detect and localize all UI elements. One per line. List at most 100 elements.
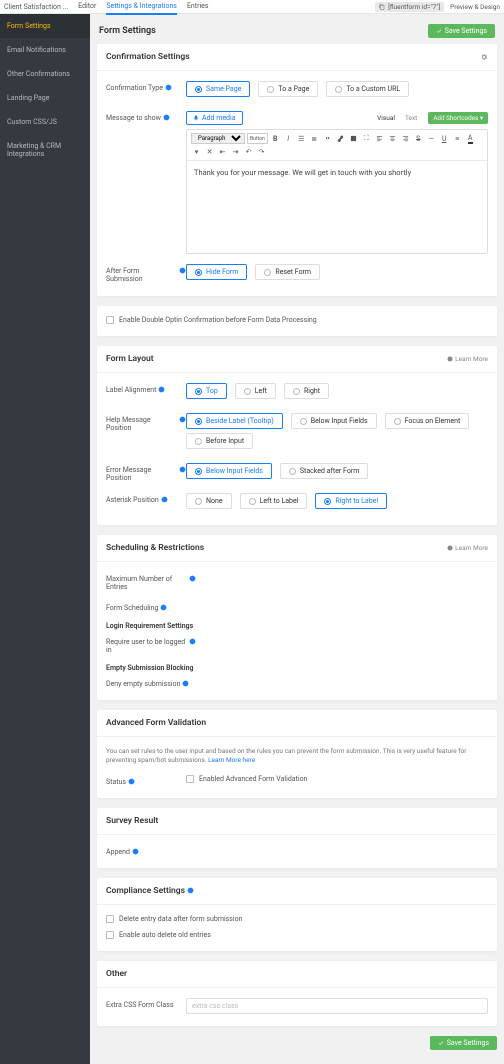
auto-delete-old-checkbox[interactable]: Enable auto delete old entries [106,931,488,939]
help-icon[interactable] [189,575,196,582]
sidebar-item-email-notifications[interactable]: Email Notifications [0,38,90,62]
shortcode-chip[interactable]: [fluentform id="7"] [375,2,444,12]
radio-reset-form[interactable]: Reset Form [255,264,320,280]
tb-align-justify-icon[interactable]: ≡ [452,133,463,144]
help-icon[interactable] [160,604,167,611]
help-icon[interactable] [179,416,186,423]
help-icon[interactable] [161,496,168,503]
sidebar-item-marketing-crm[interactable]: Marketing & CRM Integrations [0,134,90,166]
tb-italic-icon[interactable]: I [283,133,294,144]
tb-clear-icon[interactable]: ✕ [204,146,215,157]
add-shortcodes-button[interactable]: Add Shortcodes ▾ [428,112,488,124]
tb-align-center-icon[interactable] [387,133,398,144]
radio-same-page[interactable]: Same Page [186,81,250,97]
format-select[interactable]: Paragraph [191,133,245,144]
help-icon[interactable] [128,778,135,785]
radio-error-stacked[interactable]: Stacked after Form [280,463,368,479]
radio-hide-form[interactable]: Hide Form [186,264,247,280]
help-position-label: Help Message Position [106,416,177,432]
top-bar: Client Satisfaction ... Editor Settings … [0,0,504,14]
page-title: Form Settings [99,26,156,36]
sidebar-item-landing-page[interactable]: Landing Page [0,86,90,110]
scheduling-card: Scheduling & Restrictions Learn More Max… [97,535,497,700]
editor-toolbar: Paragraph Button B I ☰ ≣ ⛶ [187,130,487,161]
sidebar-item-other-confirmations[interactable]: Other Confirmations [0,62,90,86]
message-body[interactable]: Thank you for your message. We will get … [187,161,487,253]
radio-help-beside[interactable]: Beside Label (Tooltip) [186,413,283,429]
tb-bold-icon[interactable]: B [270,133,281,144]
help-icon[interactable] [189,638,196,645]
editor-tab-visual[interactable]: Visual [372,112,400,124]
tb-ol-icon[interactable]: ≣ [309,133,320,144]
error-position-label: Error Message Position [106,466,177,482]
radio-align-right[interactable]: Right [284,383,329,399]
check-icon [436,28,442,34]
radio-error-below[interactable]: Below Input Fields [186,463,272,479]
save-settings-button[interactable]: Save Settings [428,24,495,38]
radio-ast-none[interactable]: None [186,493,232,509]
radio-ast-right[interactable]: Right to Label [315,493,387,509]
tb-underline-icon[interactable]: U [439,133,450,144]
double-optin-checkbox[interactable]: Enable Double Optin Confirmation before … [106,316,488,324]
help-icon[interactable] [179,466,186,473]
sidebar-item-form-settings[interactable]: Form Settings [0,14,90,38]
tb-quote-icon[interactable] [322,133,333,144]
help-icon[interactable] [165,84,172,91]
enable-advanced-checkbox[interactable]: Enabled Advanced Form Validation [186,775,488,783]
sidebar-item-custom-css-js[interactable]: Custom CSS/JS [0,110,90,134]
scheduling-learn-more[interactable]: Learn More [447,544,488,552]
require-login-label: Require user to be logged in [106,638,187,654]
help-icon[interactable] [182,680,189,687]
help-icon[interactable] [187,887,194,894]
tb-hr-icon[interactable]: — [426,133,437,144]
radio-align-left[interactable]: Left [235,383,276,399]
radio-align-top[interactable]: Top [186,383,227,399]
tb-textcolor-picker-icon[interactable]: ▾ [191,146,202,157]
form-title-crumb: Client Satisfaction ... [4,3,68,11]
help-icon[interactable] [158,386,165,393]
save-settings-button-footer[interactable]: Save Settings [430,1036,497,1050]
tb-image-icon[interactable] [348,133,359,144]
media-icon [193,115,199,121]
tb-strike-icon[interactable]: S [413,133,424,144]
radio-help-before[interactable]: Before Input [186,433,253,449]
tb-button-insert[interactable]: Button [247,133,268,144]
tb-align-left-icon[interactable] [374,133,385,144]
tb-link-icon[interactable] [335,133,346,144]
radio-to-page[interactable]: To a Page [258,81,318,97]
radio-ast-left[interactable]: Left to Label [240,493,308,509]
tb-fullscreen-icon[interactable]: ⛶ [361,133,372,144]
help-icon[interactable] [179,267,186,274]
tb-textcolor-icon[interactable]: A [465,133,476,144]
radio-to-url[interactable]: To a Custom URL [326,81,409,97]
extra-css-input[interactable] [186,998,488,1014]
help-icon[interactable] [163,114,170,121]
other-heading: Other [106,969,127,979]
tb-redo-icon[interactable]: ↷ [256,146,267,157]
compliance-card: Compliance Settings Delete entry data af… [97,878,497,951]
layout-learn-more[interactable]: Learn More [447,355,488,363]
tab-editor[interactable]: Editor [78,0,96,15]
add-media-button[interactable]: Add media [186,111,243,125]
tab-settings[interactable]: Settings & Integrations [106,0,177,15]
double-optin-card: Enable Double Optin Confirmation before … [97,306,497,336]
delete-after-submit-checkbox[interactable]: Delete entry data after form submission [106,915,488,923]
preview-design-link[interactable]: Preview & Design [450,3,500,11]
tb-undo-icon[interactable]: ↶ [243,146,254,157]
after-submission-label: After Form Submission [106,267,177,283]
tb-indent-in-icon[interactable]: ⇥ [230,146,241,157]
tab-entries[interactable]: Entries [187,0,209,15]
survey-heading: Survey Result [106,816,158,826]
tb-indent-out-icon[interactable]: ⇤ [217,146,228,157]
editor-tab-text[interactable]: Text [400,112,422,124]
adv-status-label: Status [106,778,126,786]
radio-help-below[interactable]: Below Input Fields [291,413,377,429]
gear-icon[interactable] [480,53,488,61]
help-icon[interactable] [132,848,139,855]
tb-align-right-icon[interactable] [400,133,411,144]
tb-ul-icon[interactable]: ☰ [296,133,307,144]
radio-help-focus[interactable]: Focus on Element [385,413,470,429]
form-scheduling-label: Form Scheduling [106,604,158,612]
advanced-learn-more-link[interactable]: Learn More here [208,756,255,764]
confirmation-type-label: Confirmation Type [106,84,163,92]
